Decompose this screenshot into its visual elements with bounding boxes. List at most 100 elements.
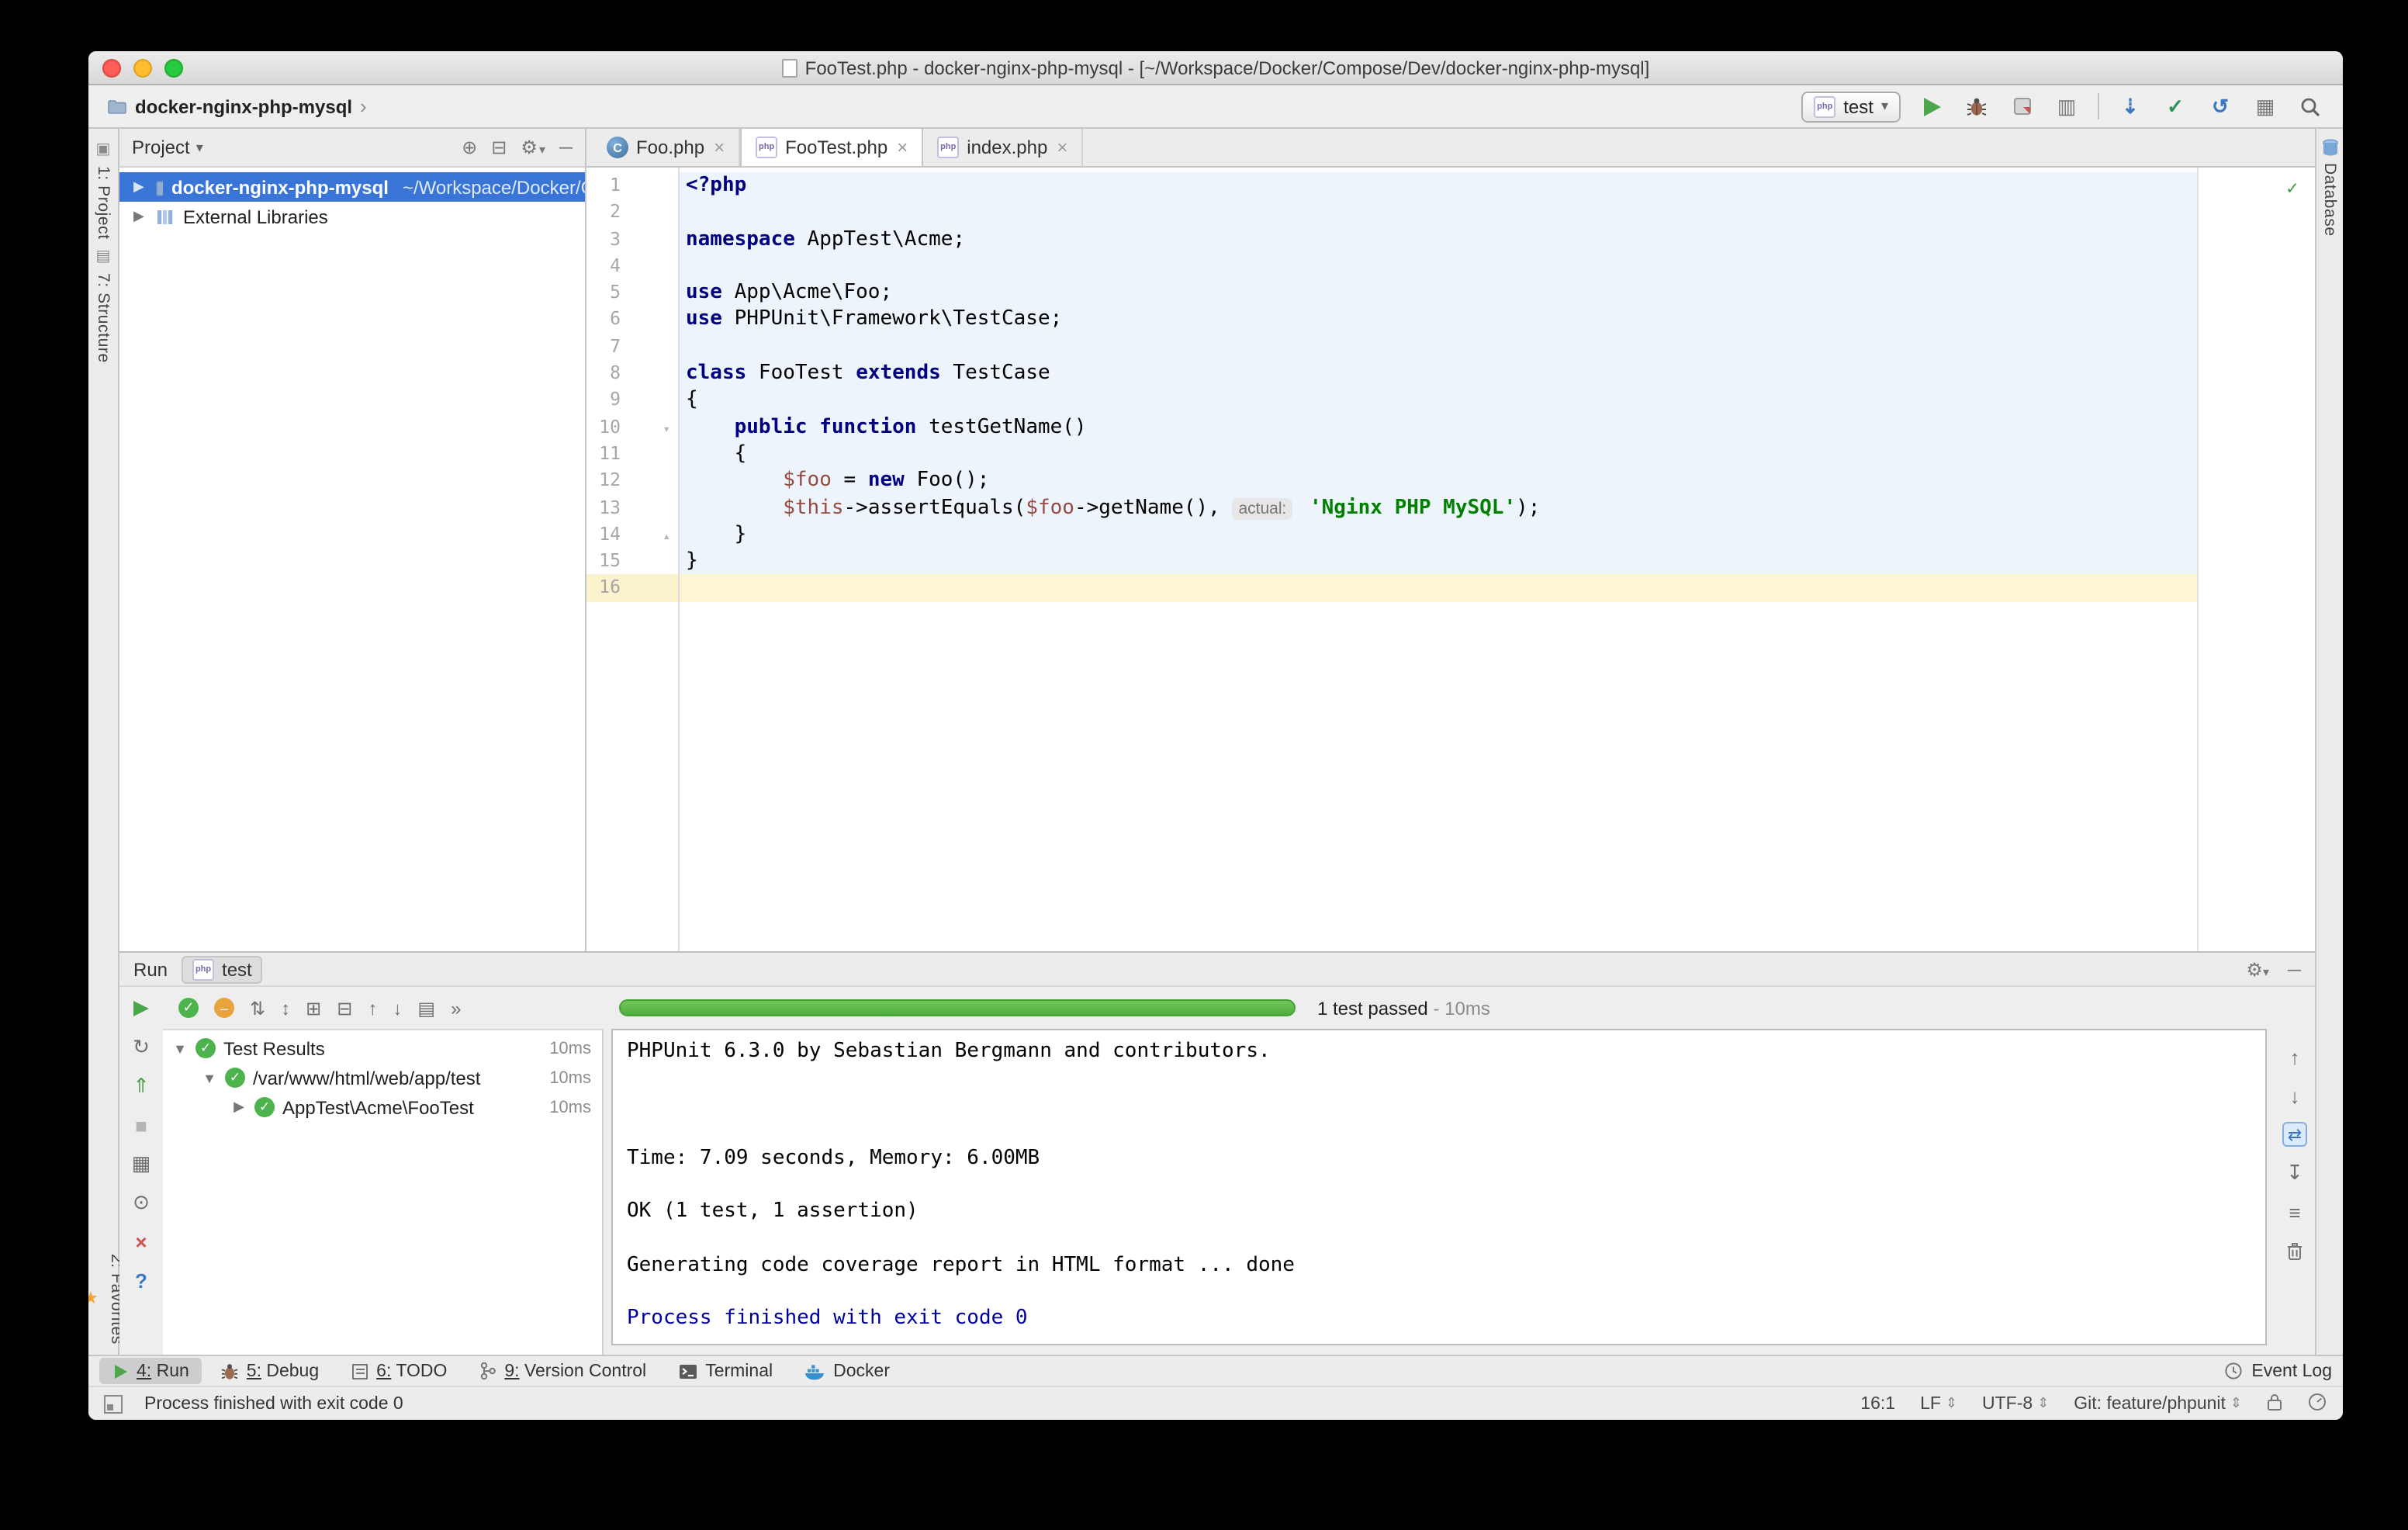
expand-icon[interactable]: ▶	[133, 178, 147, 196]
breadcrumb-project[interactable]: docker-nginx-php-mysql	[135, 95, 352, 117]
sort-by-duration-icon[interactable]: ↕	[281, 997, 290, 1019]
tool-tab-4-run[interactable]: 4: Run	[99, 1358, 202, 1384]
editor-tab-foo-php[interactable]: CFoo.php×	[593, 129, 740, 166]
caret-position-widget[interactable]: 16:1	[1860, 1394, 1895, 1413]
collapse-all-icon[interactable]: ⊟	[337, 997, 352, 1019]
chevron-down-icon[interactable]: ▾	[196, 139, 203, 156]
titlebar[interactable]: FooTest.php - docker-nginx-php-mysql - […	[88, 51, 2343, 85]
move-down-icon[interactable]: ↓	[2282, 1083, 2307, 1108]
code-area[interactable]: <?php namespace AppTest\Acme; use App\Ac…	[680, 168, 2315, 951]
show-passed-icon[interactable]: ✓	[178, 998, 199, 1018]
external-libraries-row[interactable]: ▶ External Libraries	[119, 202, 585, 231]
code-line[interactable]: $foo = new Foo();	[680, 468, 2197, 495]
tool-tab-docker[interactable]: Docker	[791, 1358, 902, 1384]
print-icon[interactable]: ≡	[2282, 1199, 2307, 1224]
tool-button-project[interactable]: 1: Project	[94, 161, 112, 244]
code-line[interactable]: {	[680, 441, 2197, 468]
run-settings-button[interactable]: ⚙▾	[2246, 958, 2269, 980]
test-tree-row[interactable]: ▼✓Test Results10ms	[163, 1033, 602, 1063]
help-icon[interactable]: ?	[129, 1268, 154, 1293]
close-tab-icon[interactable]: ×	[714, 137, 725, 158]
code-line[interactable]: $this->assertEquals($foo->getName(), act…	[680, 494, 2197, 521]
code-line[interactable]: }	[680, 521, 2197, 549]
profile-button[interactable]: ▥	[2053, 92, 2081, 120]
fold-marker-icon[interactable]: ▴	[663, 523, 670, 550]
close-tab-icon[interactable]: ×	[1057, 137, 1067, 158]
inspections-status-icon[interactable]: ✓	[2287, 177, 2298, 199]
git-branch-widget[interactable]: Git: feature/phpunit⇕	[2074, 1394, 2242, 1413]
tool-tab-terminal[interactable]: Terminal	[665, 1358, 785, 1384]
clear-console-icon[interactable]	[2282, 1238, 2307, 1263]
code-line[interactable]: {	[680, 387, 2197, 414]
code-line[interactable]	[680, 253, 2197, 280]
close-window-button[interactable]	[102, 59, 121, 78]
test-history-icon[interactable]: ▤	[417, 997, 435, 1019]
run-button[interactable]	[1918, 92, 1946, 120]
code-line[interactable]: use App\Acme\Foo;	[680, 279, 2197, 306]
search-everywhere-button[interactable]	[2296, 92, 2324, 120]
editor-tab-index-php[interactable]: phpindex.php×	[923, 129, 1083, 166]
scroll-to-end-icon[interactable]: ↧	[2282, 1161, 2307, 1186]
tool-tab-5-debug[interactable]: 5: Debug	[208, 1358, 331, 1384]
navigation-bar[interactable]: docker-nginx-php-mysql ›	[107, 95, 367, 118]
console-output[interactable]: PHPUnit 6.3.0 by Sebastian Bergmann and …	[611, 1029, 2267, 1345]
tree-expander-icon[interactable]: ▼	[202, 1070, 217, 1085]
project-root-row[interactable]: ▶ docker-nginx-php-mysql ~/Workspace/Doc…	[119, 172, 585, 202]
code-line[interactable]: public function testGetName()	[680, 414, 2197, 441]
indicator-icon[interactable]	[2307, 1391, 2327, 1416]
stop-icon[interactable]: ■	[129, 1113, 154, 1137]
expand-all-icon[interactable]: ⊞	[306, 997, 321, 1019]
locate-icon[interactable]: ⊕	[462, 137, 477, 158]
zoom-window-button[interactable]	[164, 59, 183, 78]
toggle-toolwindows-icon[interactable]	[104, 1394, 123, 1413]
changes-view-button[interactable]: ▦	[2251, 92, 2279, 120]
expand-icon[interactable]: ▶	[133, 208, 147, 225]
pin-tab-icon[interactable]: ⊙	[129, 1190, 154, 1215]
show-ignored-icon[interactable]: –	[214, 998, 234, 1018]
hide-panel-icon[interactable]: ─	[2288, 958, 2301, 980]
revert-button[interactable]: ↺	[2206, 92, 2234, 120]
fold-marker-icon[interactable]: ▾	[663, 415, 670, 442]
code-line[interactable]	[680, 334, 2197, 361]
more-actions-icon[interactable]: »	[451, 997, 461, 1019]
update-project-button[interactable]: ⇣	[2116, 92, 2144, 120]
code-line[interactable]: class FooTest extends TestCase	[680, 360, 2197, 387]
commit-changes-button[interactable]: ✓	[2161, 92, 2189, 120]
close-tab-icon[interactable]: ×	[897, 137, 908, 158]
debug-button[interactable]	[1963, 92, 1991, 120]
code-line[interactable]: }	[680, 548, 2197, 575]
rerun-button[interactable]	[129, 996, 154, 1021]
tool-tab-6-todo[interactable]: 6: TODO	[337, 1358, 459, 1384]
run-configuration-select[interactable]: php test ▾	[1801, 91, 1901, 122]
tree-expander-icon[interactable]: ▼	[172, 1040, 188, 1056]
line-separator-widget[interactable]: LF⇕	[1920, 1394, 1957, 1413]
run-tab-test[interactable]: php test	[182, 955, 263, 983]
settings-button[interactable]: ⚙▾	[521, 137, 545, 158]
lock-icon[interactable]	[2267, 1391, 2282, 1416]
code-line[interactable]: use PHPUnit\Framework\TestCase;	[680, 306, 2197, 334]
event-log-button[interactable]: Event Log	[2223, 1361, 2332, 1381]
close-icon[interactable]: ×	[129, 1229, 154, 1254]
tree-expander-icon[interactable]: ▶	[231, 1099, 247, 1116]
collapse-all-icon[interactable]: ⊟	[491, 137, 507, 158]
run-with-coverage-button[interactable]	[2008, 92, 2036, 120]
code-line[interactable]: <?php	[680, 172, 2197, 199]
move-up-icon[interactable]: ↑	[2282, 1044, 2307, 1069]
tool-tab-9-version-control[interactable]: 9: Version Control	[465, 1358, 659, 1384]
soft-wrap-icon[interactable]: ⇄	[2282, 1122, 2307, 1147]
rerun-failed-tests-icon[interactable]: ↻	[129, 1035, 154, 1060]
encoding-widget[interactable]: UTF-8⇕	[1982, 1394, 2049, 1413]
tool-button-structure[interactable]: 7: Structure	[94, 269, 112, 369]
code-line[interactable]	[680, 575, 2197, 602]
hide-panel-icon[interactable]: ─	[559, 137, 573, 158]
editor[interactable]: 12345678910▾11121314▴1516 <?php namespac…	[586, 168, 2315, 951]
import-test-results-icon[interactable]: ⇑	[129, 1074, 154, 1099]
code-line[interactable]	[680, 199, 2197, 227]
previous-failed-test-icon[interactable]: ↑	[368, 997, 377, 1019]
sort-alphabetically-icon[interactable]: ⇅	[250, 997, 265, 1019]
project-panel-title[interactable]: Project	[132, 137, 190, 158]
next-failed-test-icon[interactable]: ↓	[393, 997, 402, 1019]
minimize-window-button[interactable]	[133, 59, 152, 78]
test-tree-row[interactable]: ▶✓AppTest\Acme\FooTest10ms	[163, 1092, 602, 1122]
test-tree-row[interactable]: ▼✓/var/www/html/web/app/test10ms	[163, 1063, 602, 1092]
